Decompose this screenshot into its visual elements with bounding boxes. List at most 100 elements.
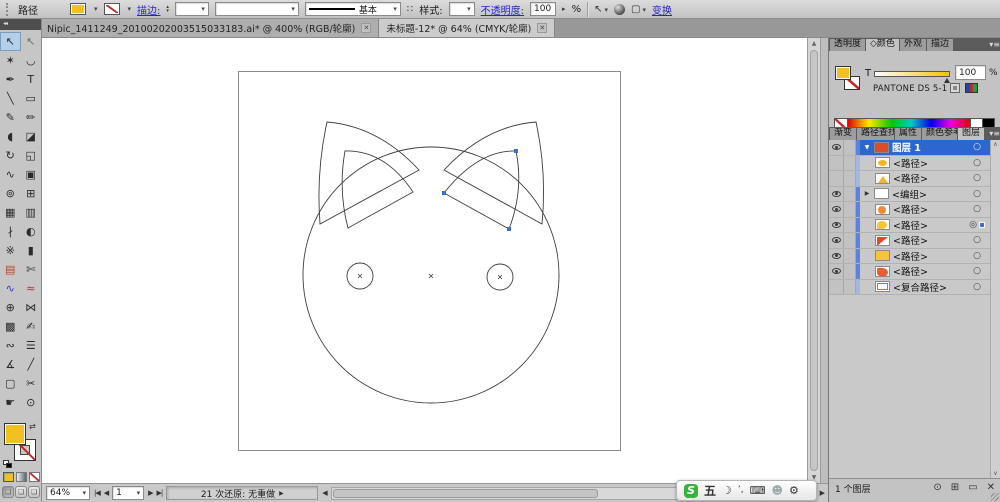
- delete-layer-button[interactable]: ✕: [987, 483, 995, 493]
- opacity-input[interactable]: 100: [530, 2, 557, 16]
- control-bar-grip[interactable]: [6, 2, 10, 16]
- document-tab-untitled[interactable]: 未标题-12* @ 64% (CMYK/轮廓) ✕: [379, 19, 556, 37]
- layer-row[interactable]: ▶ <编组> ○: [829, 186, 1000, 202]
- layer-row[interactable]: <路径> ○: [829, 248, 1000, 264]
- punctuation-icon[interactable]: ’,: [738, 486, 744, 495]
- status-menu-icon[interactable]: ▶: [279, 490, 284, 497]
- lock-toggle[interactable]: [844, 248, 856, 263]
- tab-pathfinder[interactable]: 路径查找器: [857, 128, 895, 140]
- line-segment-tool[interactable]: ╲: [0, 89, 21, 108]
- lock-toggle[interactable]: [844, 171, 856, 186]
- target-circle-icon[interactable]: ○: [973, 204, 981, 214]
- visibility-toggle[interactable]: [829, 248, 844, 263]
- layer-row[interactable]: <路径> ○: [829, 171, 1000, 187]
- layer-name[interactable]: <路径>: [893, 171, 928, 185]
- scissors-tool[interactable]: ✂: [21, 374, 42, 393]
- visibility-toggle[interactable]: [829, 140, 844, 155]
- none-mode-button[interactable]: [29, 472, 40, 482]
- fill-swatch[interactable]: [4, 423, 26, 445]
- last-artboard-button[interactable]: ▶|: [157, 489, 164, 497]
- document-tab-nipic[interactable]: Nipic_1411249_20100202003515033183.ai* @…: [40, 19, 380, 37]
- lock-toggle[interactable]: [844, 186, 856, 201]
- eyedropper-tool[interactable]: ∤: [0, 222, 21, 241]
- paintbrush-tool[interactable]: ✎: [0, 108, 21, 127]
- default-fill-stroke-icon[interactable]: [3, 460, 13, 469]
- target-circle-icon[interactable]: ○: [973, 173, 981, 183]
- visibility-toggle[interactable]: [829, 186, 844, 201]
- layer-name[interactable]: <路径>: [893, 156, 928, 170]
- symbol-sprayer-tool[interactable]: ※: [0, 241, 21, 260]
- lock-toggle[interactable]: [844, 217, 856, 232]
- soft-keyboard-icon[interactable]: ⌨: [750, 485, 766, 496]
- gradient-tool[interactable]: ▥: [21, 203, 42, 222]
- color-mode-button[interactable]: [3, 472, 14, 482]
- opacity-slider-icon[interactable]: ▸: [562, 5, 566, 13]
- account-icon[interactable]: ☻: [772, 485, 783, 496]
- target-circle-icon[interactable]: ○: [973, 266, 981, 276]
- knife-tool[interactable]: ╱: [21, 355, 42, 374]
- shape-builder-tool[interactable]: ⊚: [0, 184, 21, 203]
- layer-name[interactable]: <路径>: [893, 233, 928, 247]
- draw-behind-button[interactable]: ❏: [15, 486, 27, 498]
- magic-wand-tool[interactable]: ✶: [0, 51, 21, 70]
- sogou-logo-icon[interactable]: S: [684, 483, 698, 498]
- lasso-tool[interactable]: ◡: [21, 51, 42, 70]
- free-transform-tool[interactable]: ▣: [21, 165, 42, 184]
- recolor-artwork-icon[interactable]: [613, 3, 625, 15]
- width-tool[interactable]: ∿: [0, 165, 21, 184]
- close-tab-icon[interactable]: ✕: [537, 23, 548, 33]
- tab-color[interactable]: ◇颜色: [866, 39, 899, 51]
- warp-tool[interactable]: ∿: [0, 279, 21, 298]
- tint-value-input[interactable]: 100: [955, 65, 986, 80]
- brush-definition-combo[interactable]: 基本 ▾: [304, 2, 401, 16]
- direct-selection-tool[interactable]: ↖: [21, 32, 42, 51]
- close-tab-icon[interactable]: ✕: [361, 23, 372, 33]
- layer-row[interactable]: <复合路径> ○: [829, 279, 1000, 295]
- settings-wrench-icon[interactable]: ⚙: [789, 485, 799, 496]
- stroke-dropdown-icon[interactable]: ▾: [128, 5, 132, 13]
- rotate-tool[interactable]: ↻: [0, 146, 21, 165]
- layer-name[interactable]: <编组>: [892, 187, 927, 201]
- style-combo[interactable]: ▾: [448, 2, 475, 16]
- visibility-toggle[interactable]: [829, 233, 844, 248]
- vertical-scroll-thumb[interactable]: [810, 50, 818, 471]
- panel-menu-icon[interactable]: ▾≡: [989, 39, 1000, 51]
- target-circle-icon[interactable]: ○: [973, 189, 981, 199]
- layers-scrollbar[interactable]: ∧ ∨: [990, 140, 1000, 478]
- fill-color-swatch[interactable]: [70, 3, 86, 15]
- scale-tool[interactable]: ◱: [21, 146, 42, 165]
- new-layer-button[interactable]: ▭: [968, 483, 977, 493]
- scroll-up-icon[interactable]: ∧: [991, 141, 1000, 148]
- blob-brush-tool[interactable]: ◖: [0, 127, 21, 146]
- lock-toggle[interactable]: [844, 155, 856, 170]
- artboard-canvas[interactable]: [42, 38, 807, 483]
- lock-toggle[interactable]: [844, 264, 856, 279]
- scroll-right-icon[interactable]: ▶: [820, 489, 825, 497]
- draw-inside-button[interactable]: ❏: [28, 486, 40, 498]
- expand-icon[interactable]: ▶: [863, 190, 871, 197]
- transform-link[interactable]: 变换: [652, 2, 672, 17]
- tab-attributes[interactable]: 属性: [895, 128, 922, 140]
- visibility-toggle[interactable]: [829, 264, 844, 279]
- panel-fill-swatch[interactable]: [835, 66, 851, 80]
- artboard-number-combo[interactable]: 1 ▾: [112, 486, 145, 500]
- opacity-link[interactable]: 不透明度:: [481, 2, 524, 17]
- target-circle-icon[interactable]: ◎: [969, 220, 977, 230]
- status-indicator[interactable]: 21 次还原: 无重做 ▶: [166, 486, 319, 500]
- target-circle-icon[interactable]: ○: [973, 158, 981, 168]
- pencil-tool[interactable]: ✏: [21, 108, 42, 127]
- select-similar-icon[interactable]: ↖ ▾: [594, 4, 608, 15]
- gradient-mode-button[interactable]: [16, 472, 27, 482]
- first-artboard-button[interactable]: |◀: [94, 489, 101, 497]
- column-graph-tool[interactable]: ▮: [21, 241, 42, 260]
- blend-tool[interactable]: ◐: [21, 222, 42, 241]
- visibility-toggle[interactable]: [829, 155, 844, 170]
- layer-row[interactable]: <路径> ○: [829, 233, 1000, 249]
- layer-row[interactable]: <路径> ◎: [829, 217, 1000, 233]
- target-circle-icon[interactable]: ○: [973, 142, 981, 152]
- selection-tool[interactable]: ↖: [0, 32, 21, 51]
- new-sublayer-button[interactable]: ⊞: [951, 483, 959, 493]
- target-circle-icon[interactable]: ○: [973, 235, 981, 245]
- lock-toggle[interactable]: [844, 233, 856, 248]
- proportion-icon[interactable]: ∷: [407, 4, 413, 15]
